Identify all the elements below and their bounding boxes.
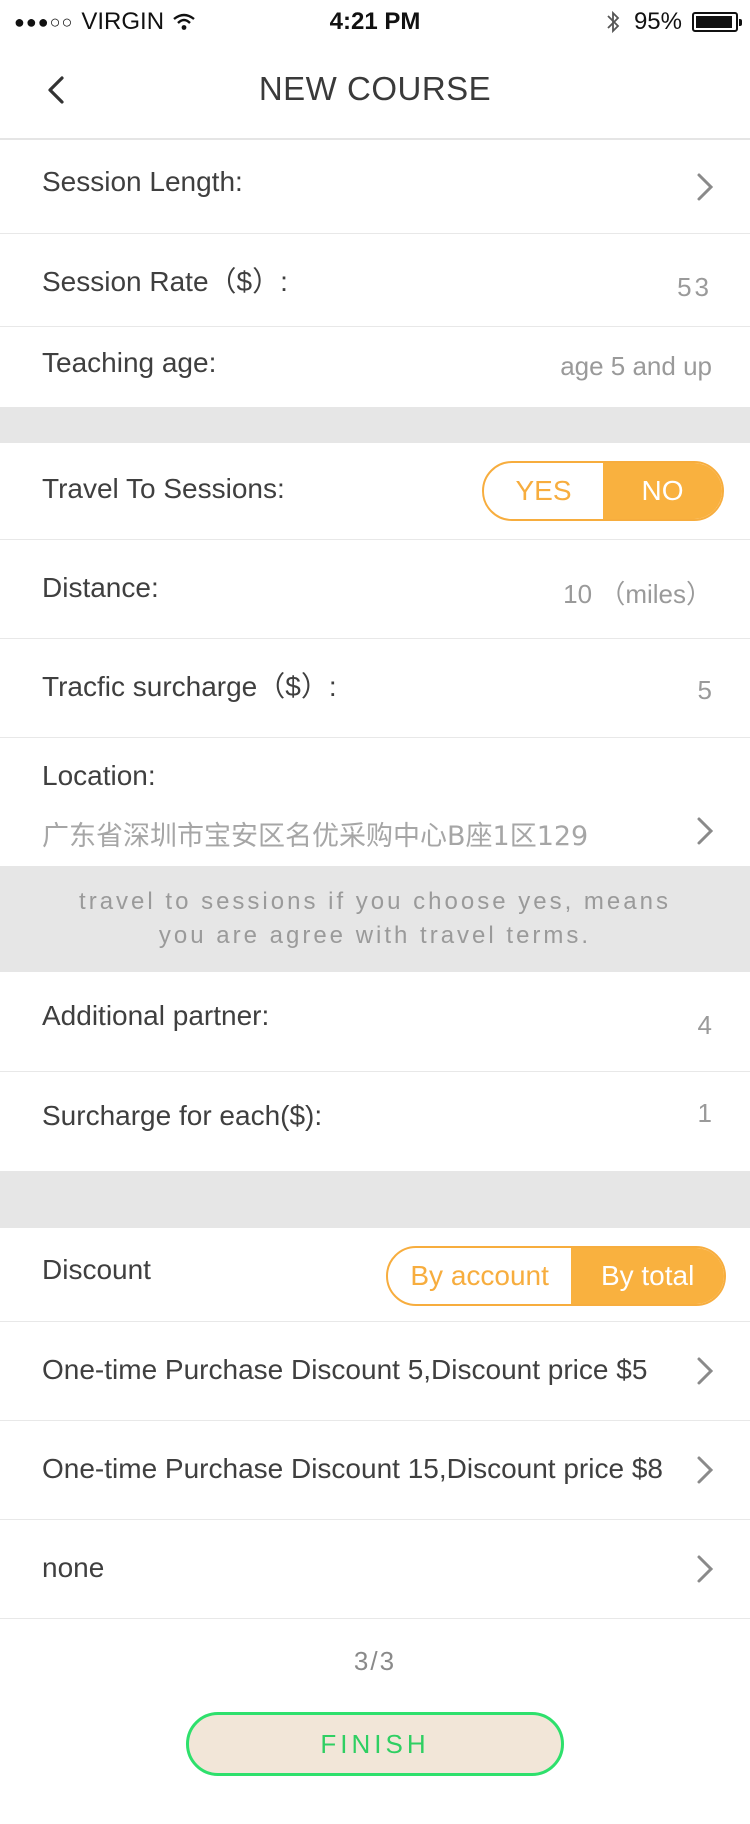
discount-item-label: One-time Purchase Discount 5,Discount pr… bbox=[42, 1354, 648, 1385]
surcharge-each-value[interactable]: 1 bbox=[698, 1098, 712, 1129]
nav-bar: NEW COURSE bbox=[0, 44, 750, 140]
location-label: Location: bbox=[42, 760, 156, 791]
travel-yes-option[interactable]: YES bbox=[484, 463, 603, 519]
chevron-right-icon bbox=[697, 1555, 714, 1583]
chevron-right-icon bbox=[697, 173, 714, 201]
page-indicator: 3/3 bbox=[353, 1646, 397, 1676]
page-title: NEW COURSE bbox=[258, 70, 492, 107]
discount-item-label: One-time Purchase Discount 15,Discount p… bbox=[42, 1453, 663, 1484]
discount-row: Discount By account By total bbox=[0, 1228, 750, 1322]
battery-icon bbox=[692, 12, 742, 32]
travel-note-line-2: you are agree with travel terms. bbox=[158, 922, 592, 949]
travel-toggle[interactable]: YES NO bbox=[482, 461, 724, 521]
travel-note-line-1: travel to sessions if you choose yes, me… bbox=[79, 888, 671, 915]
section-divider bbox=[0, 407, 750, 443]
travel-row: Travel To Sessions: YES NO bbox=[0, 443, 750, 540]
discount-toggle[interactable]: By account By total bbox=[386, 1246, 726, 1306]
discount-by-total-option[interactable]: By total bbox=[571, 1248, 724, 1304]
discount-item-label: none bbox=[42, 1552, 105, 1583]
distance-row[interactable]: Distance: 10 （miles） bbox=[0, 540, 750, 639]
travel-no-option[interactable]: NO bbox=[603, 463, 722, 519]
traffic-surcharge-row[interactable]: Tracfic surcharge（$）: 5 bbox=[0, 639, 750, 738]
location-value[interactable]: 广东省深圳市宝安区名优采购中心B座1区129 bbox=[42, 814, 588, 853]
section-divider bbox=[0, 1171, 750, 1228]
discount-item-row[interactable]: One-time Purchase Discount 5,Discount pr… bbox=[0, 1322, 750, 1421]
session-length-row[interactable]: Session Length: bbox=[0, 142, 750, 234]
additional-partner-label: Additional partner: bbox=[42, 1000, 270, 1031]
travel-terms-note: travel to sessions if you choose yes, me… bbox=[0, 866, 750, 972]
surcharge-each-row[interactable]: Surcharge for each($): 1 bbox=[0, 1072, 750, 1171]
traffic-surcharge-label: Tracfic surcharge（$）: bbox=[42, 671, 337, 702]
travel-label: Travel To Sessions: bbox=[42, 473, 285, 504]
teaching-age-row[interactable]: Teaching age: age 5 and up bbox=[0, 327, 750, 407]
teaching-age-value[interactable]: age 5 and up bbox=[560, 351, 712, 382]
location-row[interactable]: Location: 广东省深圳市宝安区名优采购中心B座1区129 bbox=[0, 738, 750, 866]
surcharge-each-label: Surcharge for each($): bbox=[42, 1100, 323, 1131]
teaching-age-label: Teaching age: bbox=[42, 347, 217, 378]
distance-value[interactable]: 10 （miles） bbox=[563, 574, 712, 611]
bluetooth-icon bbox=[607, 10, 620, 34]
discount-item-row[interactable]: none bbox=[0, 1520, 750, 1619]
additional-partner-row[interactable]: Additional partner: 4 bbox=[0, 972, 750, 1072]
chevron-right-icon bbox=[697, 1357, 714, 1385]
discount-by-account-option[interactable]: By account bbox=[388, 1248, 571, 1304]
session-rate-value[interactable]: 53 bbox=[677, 272, 712, 303]
chevron-right-icon bbox=[697, 817, 714, 845]
session-rate-row[interactable]: Session Rate（$）: 53 bbox=[0, 234, 750, 327]
distance-label: Distance: bbox=[42, 572, 159, 603]
session-length-label: Session Length: bbox=[42, 166, 243, 197]
discount-item-row[interactable]: One-time Purchase Discount 15,Discount p… bbox=[0, 1421, 750, 1520]
finish-button[interactable]: FINISH bbox=[186, 1712, 564, 1776]
session-rate-label: Session Rate（$）: bbox=[42, 266, 288, 297]
chevron-right-icon bbox=[697, 1456, 714, 1484]
discount-label: Discount bbox=[42, 1254, 151, 1285]
additional-partner-value[interactable]: 4 bbox=[698, 1010, 712, 1041]
battery-percent: 95% bbox=[633, 8, 682, 35]
status-bar: ●●●○○ VIRGIN 4:21 PM 95% bbox=[0, 0, 750, 44]
traffic-surcharge-value[interactable]: 5 bbox=[698, 675, 712, 706]
